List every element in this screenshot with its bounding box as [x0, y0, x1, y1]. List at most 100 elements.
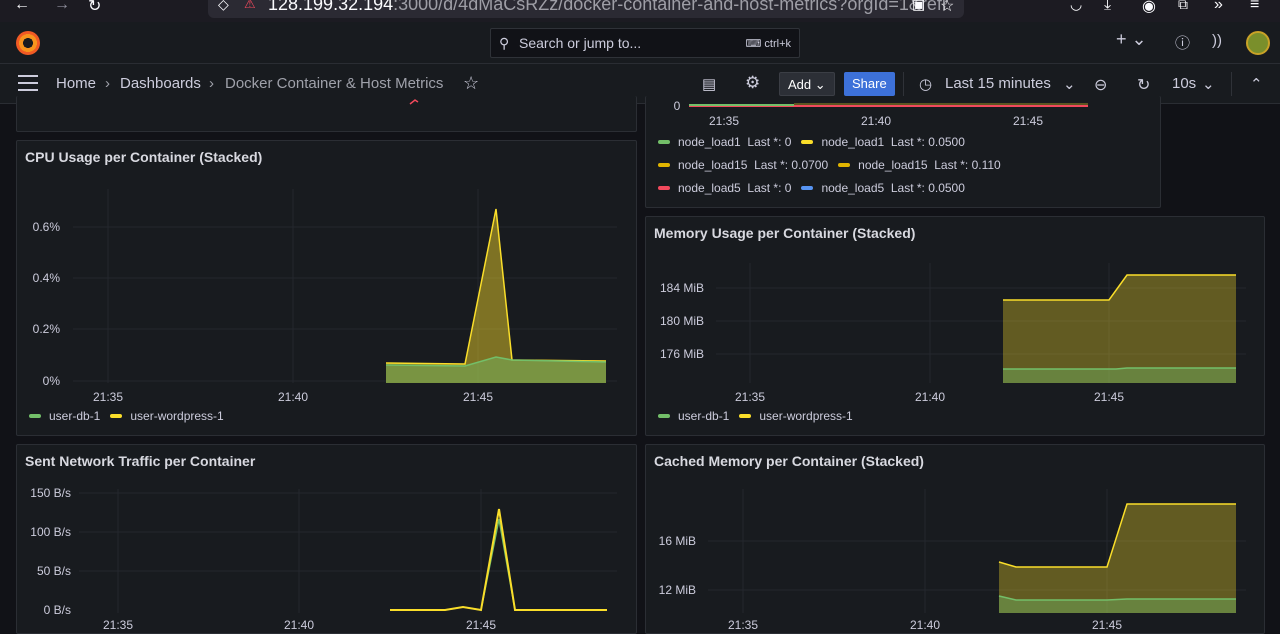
search-icon: ⚲ [499, 35, 510, 51]
panel-memory-usage: Memory Usage per Container (Stacked) 184… [645, 216, 1265, 436]
y-tick-label: 12 MiB [659, 583, 696, 597]
collapse-chevron-up-icon[interactable]: ⌃ [1250, 75, 1263, 93]
url-host: 128.199.32.194 [268, 0, 394, 14]
breadcrumb-chevron-icon: › [209, 75, 214, 92]
legend-item-name[interactable]: node_load1 [678, 135, 741, 149]
refresh-interval-chevron-icon[interactable]: ⌄ [1202, 75, 1215, 93]
legend-item-name[interactable]: node_load5 [821, 181, 884, 195]
legend-item-stat: Last *: 0.0700 [754, 158, 829, 172]
y-tick-label: 50 B/s [37, 564, 71, 578]
time-range-picker[interactable]: Last 15 minutes [945, 75, 1051, 92]
extensions-icon[interactable]: ⧉ [1178, 0, 1188, 13]
legend-item-name[interactable]: node_load15 [678, 158, 747, 172]
help-icon[interactable]: ⓘ [1175, 32, 1190, 53]
rss-icon[interactable]: )) [1212, 32, 1222, 49]
legend-swatch [658, 163, 670, 167]
y-tick-label: 176 MiB [660, 347, 704, 361]
search-placeholder: Search or jump to... [519, 35, 642, 51]
browser-toolbar: ← → ↻ ◇ ⚠ 128.199.32.194:3000/d/4dMaCsRZ… [0, 0, 1280, 22]
breadcrumb-chevron-icon: › [105, 75, 110, 92]
legend-item-user-wordpress-1[interactable]: user-wordpress-1 [130, 409, 223, 423]
grafana-logo-icon[interactable] [16, 31, 40, 55]
star-icon[interactable]: ☆ [463, 73, 479, 94]
url-path: :3000/d/4dMaCsRZz/docker-container-and-h… [393, 0, 948, 14]
y-tick-label: 0.2% [33, 322, 61, 336]
y-tick-label: 150 B/s [30, 486, 71, 500]
overflow-chevrons-icon[interactable]: » [1214, 0, 1223, 14]
search-shortcut-hint: ⌨ ctrl+k [745, 38, 791, 50]
y-tick-label: 184 MiB [660, 281, 704, 295]
y-tick-label: 0.6% [33, 220, 61, 234]
legend-swatch [658, 414, 670, 418]
reload-icon[interactable]: ↻ [88, 0, 101, 16]
share-button[interactable]: Share [844, 72, 895, 96]
legend-item-name[interactable]: node_load15 [858, 158, 927, 172]
time-range-chevron-icon[interactable]: ⌄ [1063, 75, 1076, 93]
app-menu-icon[interactable]: ≡ [1250, 0, 1259, 14]
pocket-icon[interactable]: ◡ [1070, 0, 1082, 13]
save-icon[interactable]: ▤ [702, 75, 716, 93]
new-plus-label: + [1116, 29, 1127, 49]
shield-icon[interactable]: ◇ [218, 0, 229, 13]
zoom-out-icon[interactable]: ⊖ [1094, 75, 1107, 95]
legend-item-name[interactable]: node_load5 [678, 181, 741, 195]
toolbar-divider [1231, 72, 1232, 96]
network-chart: 150 B/s 100 B/s 50 B/s 0 B/s 21:35 21:40… [30, 486, 617, 632]
series-area-user-wordpress-1 [999, 504, 1236, 613]
memory-chart: 184 MiB 180 MiB 176 MiB 21:35 21:40 21:4… [660, 263, 1246, 404]
legend-item-user-db-1[interactable]: user-db-1 [49, 409, 100, 423]
legend-swatch [801, 140, 814, 144]
menu-hamburger-icon[interactable] [18, 75, 38, 91]
time-picker-clock-icon[interactable]: ◷ [919, 75, 932, 93]
x-tick-label: 21:35 [93, 390, 123, 404]
legend-item-stat: Last *: 0 [747, 135, 792, 149]
x-tick-label: 21:35 [735, 390, 765, 404]
back-icon[interactable]: ← [14, 0, 30, 14]
panel-node-load: 0 21:35 21:40 21:45 node_load1 Last *: 0… [645, 96, 1161, 208]
grid [73, 189, 617, 383]
forward-icon[interactable]: → [54, 0, 70, 14]
y-tick-label: 180 MiB [660, 314, 704, 328]
refresh-interval-picker[interactable]: 10s [1172, 75, 1196, 92]
legend-item-name[interactable]: node_load1 [821, 135, 884, 149]
x-tick-label: 21:40 [278, 390, 308, 404]
x-tick-label: 21:40 [861, 114, 891, 128]
x-tick-label: 21:45 [463, 390, 493, 404]
legend-item-stat: Last *: 0 [747, 181, 792, 195]
breadcrumb-home[interactable]: Home [56, 75, 96, 92]
load-legend-row: node_load5 Last *: 0 node_load5 Last *: … [658, 181, 965, 195]
page-title: Docker Container & Host Metrics [225, 75, 444, 92]
load-legend-row: node_load1 Last *: 0 node_load1 Last *: … [658, 135, 965, 149]
translate-icon[interactable]: ▣ [912, 0, 925, 13]
legend-swatch [801, 186, 814, 190]
legend-swatch [110, 414, 123, 418]
y-tick-label: 100 B/s [30, 525, 71, 539]
x-tick-label: 21:45 [1013, 114, 1043, 128]
search-shortcut-text: ctrl+k [764, 38, 791, 50]
grafana-top-nav: ⚲ Search or jump to... ⌨ ctrl+k + ⌄ ⓘ )) [0, 22, 1280, 64]
download-icon[interactable]: ⤓ [1104, 0, 1111, 14]
legend-item-user-wordpress-1[interactable]: user-wordpress-1 [759, 409, 852, 423]
insecure-lock-icon[interactable]: ⚠ [244, 0, 256, 12]
legend-swatch [658, 186, 670, 190]
account-icon[interactable]: ◉ [1142, 0, 1156, 16]
add-button-label: Add [788, 77, 812, 92]
series-area-user-db-1 [1003, 368, 1236, 383]
series-area-user-wordpress-1 [1003, 275, 1236, 383]
search-input[interactable]: ⚲ Search or jump to... ⌨ ctrl+k [490, 28, 800, 58]
load-legend-row: node_load15 Last *: 0.0700 node_load15 L… [658, 158, 1001, 172]
legend-swatch [29, 414, 41, 418]
load-chart: 0 21:35 21:40 21:45 [674, 99, 1088, 128]
refresh-icon[interactable]: ↻ [1137, 75, 1150, 95]
legend-swatch [739, 414, 752, 418]
url-text[interactable]: 128.199.32.194:3000/d/4dMaCsRZz/docker-c… [268, 0, 948, 15]
bookmark-star-icon[interactable]: ☆ [940, 0, 954, 16]
y-tick-label: 16 MiB [659, 534, 696, 548]
legend-item-stat: Last *: 0.110 [934, 158, 1001, 172]
new-plus-icon[interactable]: + ⌄ [1116, 29, 1147, 50]
add-button[interactable]: Add ⌄ [779, 72, 835, 96]
legend-item-user-db-1[interactable]: user-db-1 [678, 409, 729, 423]
breadcrumb-dashboards[interactable]: Dashboards [120, 75, 201, 92]
user-avatar[interactable] [1246, 31, 1270, 55]
settings-gear-icon[interactable]: ⚙ [745, 73, 760, 93]
